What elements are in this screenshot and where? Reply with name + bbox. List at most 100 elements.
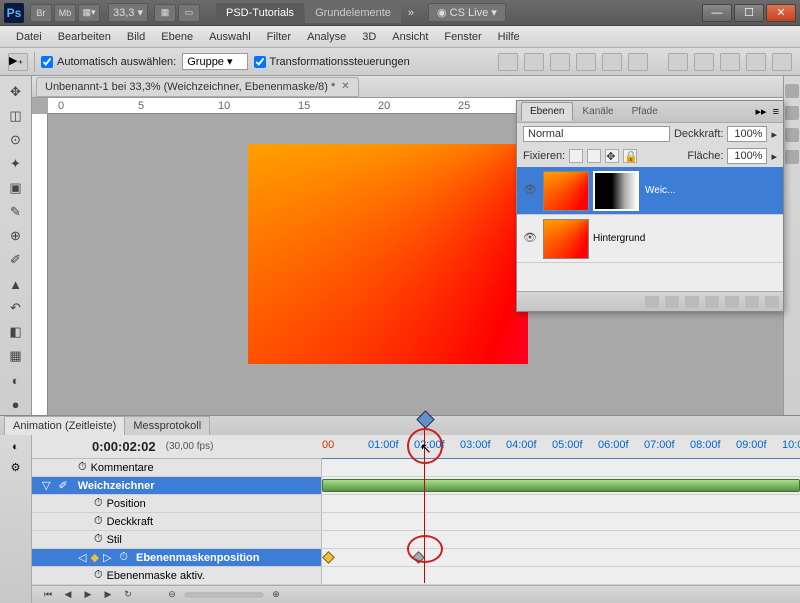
- visibility-icon[interactable]: 👁: [523, 183, 539, 199]
- align-icon[interactable]: [628, 53, 648, 71]
- stamp-tool[interactable]: ▲: [4, 273, 28, 295]
- menu-fenster[interactable]: Fenster: [436, 28, 489, 46]
- mask-icon[interactable]: [685, 296, 699, 308]
- align-icon[interactable]: [524, 53, 544, 71]
- zoom-select[interactable]: 33,3 ▾: [108, 3, 148, 22]
- keyframe[interactable]: [322, 551, 335, 564]
- history-brush-tool[interactable]: ↶: [4, 297, 28, 319]
- lock-position-icon[interactable]: ✥: [605, 149, 619, 163]
- distribute-icon[interactable]: [668, 53, 688, 71]
- loop-button[interactable]: ↻: [120, 589, 136, 601]
- menu-ebene[interactable]: Ebene: [153, 28, 201, 46]
- settings-icon[interactable]: ⚙: [11, 461, 21, 474]
- link-icon[interactable]: [645, 296, 659, 308]
- stopwatch-icon[interactable]: ⏱: [94, 569, 103, 582]
- close-button[interactable]: ✕: [766, 4, 796, 22]
- menu-analyse[interactable]: Analyse: [299, 28, 354, 46]
- blur-tool[interactable]: ◐: [4, 369, 28, 391]
- panel-icon[interactable]: [785, 84, 799, 98]
- bridge-button[interactable]: Br: [30, 4, 52, 22]
- goto-start-button[interactable]: ⏮: [40, 589, 56, 601]
- fill-input[interactable]: 100%: [727, 148, 767, 164]
- menu-hilfe[interactable]: Hilfe: [490, 28, 528, 46]
- opacity-input[interactable]: 100%: [727, 126, 767, 142]
- time-ruler[interactable]: 00 01:00f 02:00f 03:00f 04:00f 05:00f 06…: [322, 435, 800, 459]
- dodge-tool[interactable]: ●: [4, 393, 28, 415]
- tab-animation[interactable]: Animation (Zeitleiste): [4, 416, 125, 435]
- disclosure-icon[interactable]: ▽: [42, 479, 50, 492]
- keyframe[interactable]: [412, 551, 425, 564]
- menu-datei[interactable]: Datei: [8, 28, 50, 46]
- group-icon[interactable]: [725, 296, 739, 308]
- lock-all-icon[interactable]: 🔒: [623, 149, 637, 163]
- stopwatch-icon[interactable]: ⏱: [119, 551, 128, 564]
- panel-expand-icon[interactable]: ▸▸: [756, 105, 767, 118]
- menu-ansicht[interactable]: Ansicht: [384, 28, 436, 46]
- playhead[interactable]: [424, 413, 425, 583]
- menu-filter[interactable]: Filter: [259, 28, 299, 46]
- stopwatch-icon[interactable]: ⏱: [94, 497, 103, 510]
- align-icon[interactable]: [550, 53, 570, 71]
- layer-mask-thumbnail[interactable]: [593, 171, 639, 211]
- arrow-icon[interactable]: ▸: [771, 128, 777, 141]
- layer-name[interactable]: Weic...: [645, 185, 675, 196]
- play-button[interactable]: ▶: [80, 589, 96, 601]
- adjust-icon[interactable]: [705, 296, 719, 308]
- prev-kf-icon[interactable]: ◁: [78, 551, 86, 564]
- brush-tool[interactable]: ✐: [4, 249, 28, 271]
- distribute-icon[interactable]: [772, 53, 792, 71]
- blend-mode-select[interactable]: Normal: [523, 126, 670, 142]
- cslive-button[interactable]: ◉ CS Live ▾: [428, 3, 506, 22]
- layer-thumbnail[interactable]: [543, 219, 589, 259]
- timecode[interactable]: 0:00:02:02: [92, 439, 156, 454]
- distribute-icon[interactable]: [720, 53, 740, 71]
- zoom-out-button[interactable]: ⊖: [164, 589, 180, 601]
- eraser-tool[interactable]: ◧: [4, 321, 28, 343]
- layer-thumbnail[interactable]: [543, 171, 589, 211]
- track-label[interactable]: Ebenenmaskenposition: [136, 552, 259, 564]
- tab-pfade[interactable]: Pfade: [623, 102, 667, 121]
- eyedropper-tool[interactable]: ✎: [4, 201, 28, 223]
- group-select[interactable]: Gruppe ▾: [182, 53, 247, 70]
- proof-button[interactable]: ▭: [178, 4, 200, 22]
- fx-icon[interactable]: [665, 296, 679, 308]
- minimize-button[interactable]: —: [702, 4, 732, 22]
- tab-messprotokoll[interactable]: Messprotokoll: [124, 416, 210, 435]
- distribute-icon[interactable]: [746, 53, 766, 71]
- grid-button[interactable]: ▦: [154, 4, 176, 22]
- viewmode-button[interactable]: ▦▾: [78, 4, 100, 22]
- distribute-icon[interactable]: [694, 53, 714, 71]
- marquee-tool[interactable]: ◫: [4, 105, 28, 127]
- menu-3d[interactable]: 3D: [354, 28, 384, 46]
- minibridge-button[interactable]: Mb: [54, 4, 76, 22]
- heal-tool[interactable]: ⊕: [4, 225, 28, 247]
- align-icon[interactable]: [576, 53, 596, 71]
- menu-bild[interactable]: Bild: [119, 28, 153, 46]
- arrow-icon[interactable]: ▸: [771, 150, 777, 163]
- next-kf-icon[interactable]: ▷: [103, 551, 111, 564]
- kf-diamond-icon[interactable]: ◆: [90, 551, 98, 564]
- close-icon[interactable]: ✕: [341, 81, 349, 92]
- move-tool-icon[interactable]: ▶₊: [8, 53, 28, 71]
- crop-tool[interactable]: ▣: [4, 177, 28, 199]
- trash-icon[interactable]: [765, 296, 779, 308]
- stopwatch-icon[interactable]: ⏱: [78, 461, 87, 474]
- layer-row[interactable]: 👁 Weic...: [517, 167, 783, 215]
- onion-icon[interactable]: ◐: [12, 441, 19, 453]
- layer-row[interactable]: 👁 Hintergrund: [517, 215, 783, 263]
- next-frame-button[interactable]: ▶: [100, 589, 116, 601]
- gradient-tool[interactable]: ▦: [4, 345, 28, 367]
- menu-bearbeiten[interactable]: Bearbeiten: [50, 28, 119, 46]
- panel-icon[interactable]: [785, 106, 799, 120]
- panel-icon[interactable]: [785, 128, 799, 142]
- auto-select-check[interactable]: Automatisch auswählen:: [41, 56, 176, 68]
- workspace-tab-grund[interactable]: Grundelemente: [305, 3, 401, 23]
- align-icon[interactable]: [498, 53, 518, 71]
- zoom-slider[interactable]: [184, 592, 264, 598]
- new-layer-icon[interactable]: [745, 296, 759, 308]
- tab-ebenen[interactable]: Ebenen: [521, 102, 573, 121]
- track-label[interactable]: Weichzeichner: [78, 480, 155, 492]
- stopwatch-icon[interactable]: ⏱: [94, 533, 103, 546]
- panel-icon[interactable]: [785, 150, 799, 164]
- lock-transparent-icon[interactable]: [569, 149, 583, 163]
